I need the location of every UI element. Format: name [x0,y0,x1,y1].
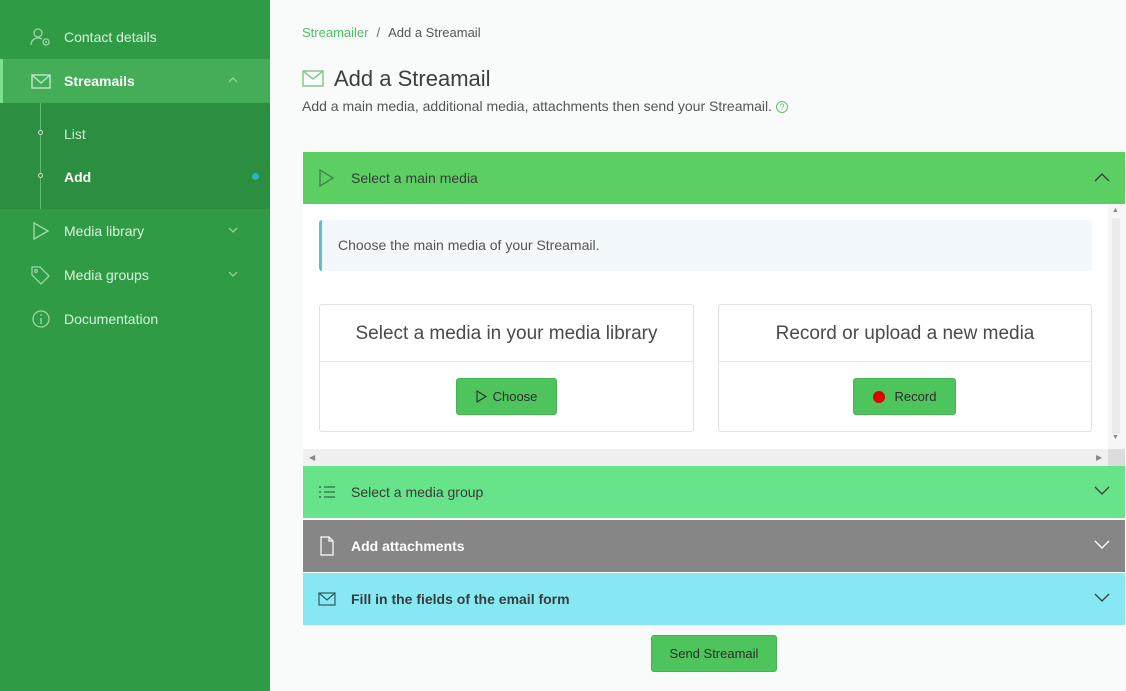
sidebar-item-label: Documentation [64,311,159,327]
sidebar-item-media-groups[interactable]: Media groups [0,253,270,297]
sidebar-item-label: Media groups [64,267,149,283]
choose-button-label: Choose [492,389,538,404]
card-title: Record or upload a new media [719,305,1091,362]
envelope-icon [31,74,51,89]
accordion-label: Add attachments [351,538,465,554]
sidebar-item-documentation[interactable]: Documentation [0,297,270,341]
accordion-label: Select a main media [351,170,478,186]
chevron-up-icon [228,77,238,83]
scroll-right-arrow-icon[interactable]: ▶ [1096,453,1102,462]
envelope-icon [318,592,336,606]
play-icon [319,168,335,188]
sidebar-subitem-list[interactable]: List [0,115,270,151]
chevron-up-icon [1094,173,1110,182]
active-indicator [0,59,3,103]
media-library-card: Select a media in your media library Cho… [319,304,694,432]
active-dot [252,173,259,180]
horizontal-scrollbar[interactable]: ◀ ▶ [303,449,1108,466]
choose-button[interactable]: Choose [456,378,557,415]
sidebar-subitem-add[interactable]: Add [0,158,270,194]
sidebar-item-label: Media library [64,223,145,239]
list-icon [319,486,335,498]
tags-icon [31,266,50,285]
streamails-submenu: List Add [0,103,270,209]
chevron-down-icon [1094,486,1110,495]
info-icon [32,310,50,328]
chevron-down-icon [228,227,238,233]
scroll-left-arrow-icon[interactable]: ◀ [309,453,315,462]
sidebar-item-media-library[interactable]: Media library [0,209,270,253]
breadcrumb-link-streamailer[interactable]: Streamailer [302,25,368,40]
scroll-up-arrow-icon[interactable]: ▲ [1112,207,1119,214]
sidebar-subitem-label: List [64,126,86,142]
accordion-label: Select a media group [351,484,484,500]
sidebar-item-label: Streamails [64,73,135,89]
info-callout: Choose the main media of your Streamail. [319,220,1092,271]
accordion-add-attachments[interactable]: Add attachments [303,520,1125,572]
page-title: Add a Streamail [334,66,491,91]
accordion-email-form[interactable]: Fill in the fields of the email form [303,573,1125,625]
record-icon [872,391,885,403]
chevron-down-icon [228,271,238,277]
card-title: Select a media in your media library [320,305,693,362]
sidebar: Contact details Streamails List Add Medi… [0,0,270,691]
sidebar-item-contact-details[interactable]: Contact details [0,15,270,59]
breadcrumb: Streamailer / Add a Streamail [302,25,481,40]
main-media-panel: Choose the main media of your Streamail.… [303,204,1125,466]
record-media-card: Record or upload a new media Record [718,304,1092,432]
sidebar-subitem-label: Add [64,169,92,185]
accordion-select-media-group[interactable]: Select a media group [303,466,1125,518]
chevron-down-icon [1094,593,1110,602]
envelope-icon [302,70,324,87]
vertical-scrollbar[interactable]: ▲ ▼ [1108,204,1125,449]
user-settings-icon [30,28,50,46]
sidebar-item-streamails[interactable]: Streamails [0,59,270,103]
breadcrumb-separator: / [376,25,381,40]
page-subtitle-text: Add a main media, additional media, atta… [302,98,773,114]
play-icon [476,390,487,403]
send-streamail-button[interactable]: Send Streamail [651,635,777,672]
sidebar-item-label: Contact details [64,29,157,45]
scroll-down-arrow-icon[interactable]: ▼ [1112,434,1119,441]
page-subtitle: Add a main media, additional media, atta… [302,98,789,114]
play-icon [33,221,50,241]
accordion-select-main-media[interactable]: Select a main media [303,152,1125,204]
breadcrumb-current: Add a Streamail [388,25,481,40]
info-text: Choose the main media of your Streamail. [338,237,600,253]
scrollbar-thumb[interactable] [1112,218,1120,434]
record-button-label: Record [894,389,937,404]
help-icon[interactable]: ? [776,101,789,114]
scrollbar-corner [1108,449,1125,466]
file-icon [320,536,334,556]
record-button[interactable]: Record [853,378,956,415]
chevron-down-icon [1094,540,1110,549]
accordion-label: Fill in the fields of the email form [351,591,570,607]
